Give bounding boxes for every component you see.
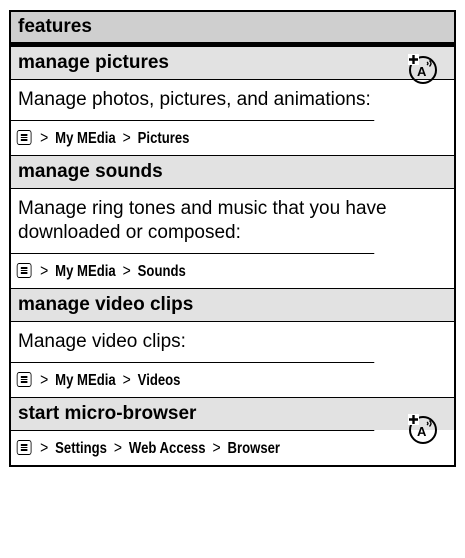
feature-title-manage-pictures: manage pictures A — [11, 47, 454, 84]
feature-title-text: manage video clips — [18, 294, 194, 315]
menu-path: > My MEdia > Sounds — [11, 253, 375, 288]
feature-title-text: start micro-browser — [18, 403, 197, 424]
path-step: My MEdia — [55, 130, 116, 147]
feature-title-start-micro-browser: start micro-browser — [11, 397, 454, 430]
network-icon: A — [408, 54, 437, 84]
menu-key-icon — [16, 440, 32, 455]
path-step: My MEdia — [55, 372, 116, 389]
path-separator: > — [122, 261, 131, 280]
features-table: features manage pictures A Manage photos… — [9, 10, 456, 467]
feature-description: Manage ring tones and music that you hav… — [11, 188, 454, 253]
svg-text:A: A — [417, 424, 427, 439]
path-separator: > — [40, 128, 49, 147]
path-step: Videos — [137, 372, 181, 389]
menu-key-icon — [16, 372, 32, 387]
feature-title-text: manage pictures — [18, 52, 169, 73]
path-separator: > — [122, 128, 131, 147]
feature-title-manage-sounds: manage sounds — [11, 155, 454, 188]
menu-path: > Settings > Web Access > Browser — [11, 430, 375, 465]
menu-path: > My MEdia > Pictures — [11, 120, 375, 155]
path-step: Browser — [227, 440, 281, 457]
path-separator: > — [40, 370, 49, 389]
path-step: Pictures — [137, 130, 190, 147]
path-step: Sounds — [137, 263, 186, 280]
feature-description: Manage photos, pictures, and animations: — [11, 79, 454, 120]
menu-key-icon — [16, 130, 32, 145]
path-separator: > — [40, 261, 49, 280]
path-step: My MEdia — [55, 263, 116, 280]
table-header: features — [11, 12, 454, 47]
svg-text:A: A — [417, 64, 427, 79]
path-separator: > — [212, 438, 221, 457]
menu-path: > My MEdia > Videos — [11, 362, 375, 397]
path-step: Settings — [55, 440, 107, 457]
feature-description: Manage video clips: — [11, 321, 454, 362]
path-step: Web Access — [128, 440, 206, 457]
path-separator: > — [40, 438, 49, 457]
menu-key-icon — [16, 263, 32, 278]
feature-title-manage-video-clips: manage video clips — [11, 288, 454, 321]
feature-title-text: manage sounds — [18, 161, 163, 182]
network-icon: A — [408, 414, 437, 444]
path-separator: > — [113, 438, 122, 457]
path-separator: > — [122, 370, 131, 389]
feature-block-start-micro-browser: start micro-browser A > Settings > Web A… — [11, 397, 454, 465]
